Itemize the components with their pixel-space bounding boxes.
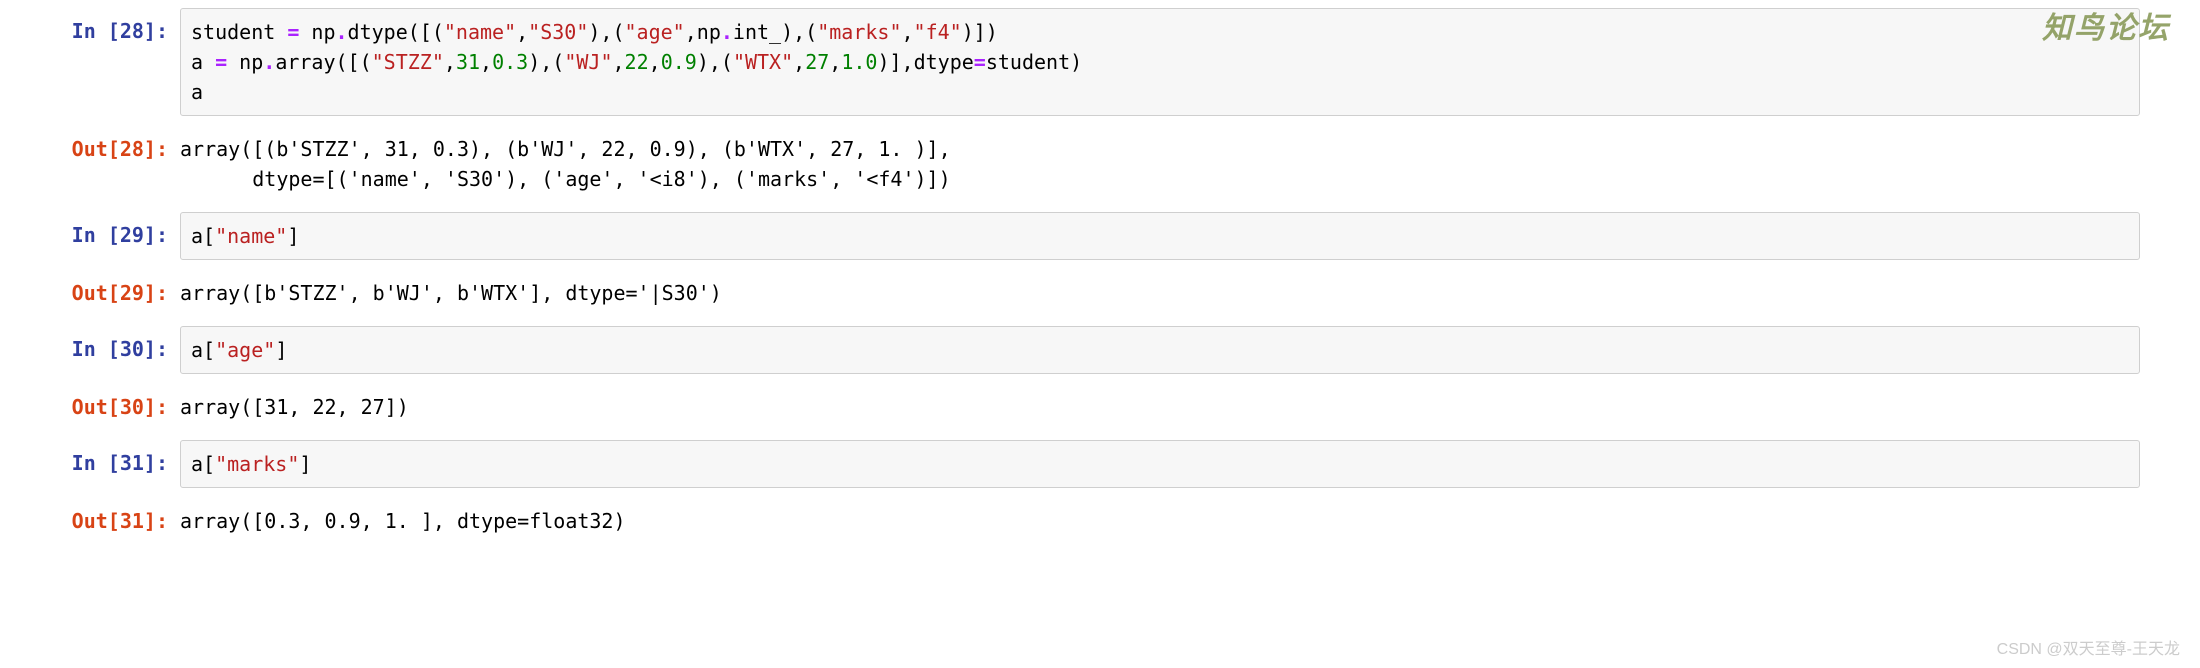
code-token: , [613, 50, 625, 74]
watermark-top: 知鸟论坛 [2042, 6, 2170, 51]
code-token: "STZZ" [372, 50, 444, 74]
output-cell: Out[28]:array([(b'STZZ', 31, 0.3), (b'WJ… [0, 126, 2200, 202]
code-input[interactable]: a["marks"] [180, 440, 2140, 488]
input-prompt: In [31]: [0, 440, 180, 478]
code-token: student [191, 20, 287, 44]
code-token: ,np [685, 20, 721, 44]
code-token: 0.9 [661, 50, 697, 74]
code-token: )],dtype [877, 50, 973, 74]
code-token: "age" [215, 338, 275, 362]
output-cell: Out[31]:array([0.3, 0.9, 1. ], dtype=flo… [0, 498, 2200, 544]
code-token: ] [275, 338, 287, 362]
output-text: array([0.3, 0.9, 1. ], dtype=float32) [180, 498, 2200, 544]
code-token: array([( [275, 50, 371, 74]
output-cell: Out[29]:array([b'STZZ', b'WJ', b'WTX'], … [0, 270, 2200, 316]
code-token: ),( [588, 20, 624, 44]
code-token: ),( [697, 50, 733, 74]
code-token: "f4" [914, 20, 962, 44]
code-token: "name" [444, 20, 516, 44]
code-input[interactable]: a["age"] [180, 326, 2140, 374]
output-prompt: Out[28]: [0, 126, 180, 164]
code-token: , [829, 50, 841, 74]
code-token: a[ [191, 338, 215, 362]
code-token: dtype([( [348, 20, 444, 44]
input-cell: In [30]:a["age"] [0, 326, 2200, 374]
output-cell: Out[30]:array([31, 22, 27]) [0, 384, 2200, 430]
code-token: . [263, 50, 275, 74]
code-token: ),( [528, 50, 564, 74]
input-prompt: In [28]: [0, 8, 180, 46]
code-token: a[ [191, 452, 215, 476]
input-prompt: In [30]: [0, 326, 180, 364]
code-token: = [287, 20, 299, 44]
code-token: "marks" [215, 452, 299, 476]
output-prompt: Out[30]: [0, 384, 180, 422]
code-token: np [227, 50, 263, 74]
output-text: array([(b'STZZ', 31, 0.3), (b'WJ', 22, 0… [180, 126, 2200, 202]
input-cell: In [28]:student = np.dtype([("name","S30… [0, 8, 2200, 116]
code-token: 22 [625, 50, 649, 74]
code-token: . [721, 20, 733, 44]
output-prompt: Out[31]: [0, 498, 180, 536]
code-token: a [191, 80, 203, 104]
code-token: a [191, 50, 215, 74]
code-token: , [480, 50, 492, 74]
code-token: ] [299, 452, 311, 476]
code-token: "marks" [817, 20, 901, 44]
watermark-bottom: CSDN @双天至尊-王天龙 [1997, 638, 2180, 662]
code-token: = [215, 50, 227, 74]
code-token: 0.3 [492, 50, 528, 74]
output-text: array([b'STZZ', b'WJ', b'WTX'], dtype='|… [180, 270, 2200, 316]
code-token: )]) [962, 20, 998, 44]
code-input[interactable]: a["name"] [180, 212, 2140, 260]
code-token: student) [986, 50, 1082, 74]
code-token: "age" [625, 20, 685, 44]
code-token: ] [287, 224, 299, 248]
code-token: , [444, 50, 456, 74]
code-token: a[ [191, 224, 215, 248]
code-token: 1.0 [841, 50, 877, 74]
code-input[interactable]: student = np.dtype([("name","S30"),("age… [180, 8, 2140, 116]
input-cell: In [31]:a["marks"] [0, 440, 2200, 488]
input-cell: In [29]:a["name"] [0, 212, 2200, 260]
code-token: 27 [805, 50, 829, 74]
code-token: int_),( [733, 20, 817, 44]
code-token: "WTX" [733, 50, 793, 74]
code-token: , [902, 20, 914, 44]
input-prompt: In [29]: [0, 212, 180, 250]
output-prompt: Out[29]: [0, 270, 180, 308]
code-token: "WJ" [564, 50, 612, 74]
code-token: , [649, 50, 661, 74]
code-token: "name" [215, 224, 287, 248]
code-token: , [516, 20, 528, 44]
code-token: "S30" [528, 20, 588, 44]
code-token: = [974, 50, 986, 74]
code-token: 31 [456, 50, 480, 74]
output-text: array([31, 22, 27]) [180, 384, 2200, 430]
code-token: , [793, 50, 805, 74]
code-token: . [336, 20, 348, 44]
code-token: np [299, 20, 335, 44]
